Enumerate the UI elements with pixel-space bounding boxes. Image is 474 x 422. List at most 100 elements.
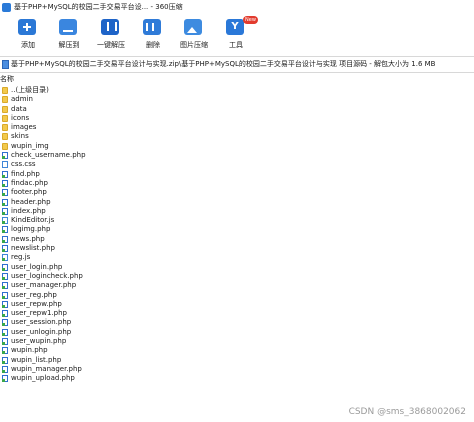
file-name: ..(上级目录) (11, 86, 49, 94)
file-row[interactable]: user_login.php (0, 263, 474, 272)
file-list: ..(上级目录) admin data icons images skins wupin_i… (0, 86, 474, 384)
file-row[interactable]: user_repw1.php (0, 309, 474, 318)
file-name: find.php (11, 169, 40, 178)
file-row[interactable]: icons (0, 114, 474, 123)
php-file-icon (2, 179, 8, 187)
php-file-icon (2, 282, 8, 290)
file-row[interactable]: user_session.php (0, 318, 474, 327)
file-name: index.php (11, 206, 46, 215)
file-row[interactable]: user_unlogin.php (0, 328, 474, 337)
file-name: user_wupin.php (11, 337, 67, 346)
archive-path: 基于PHP+MySQL的校园二手交易平台设计与实现.zip\基于PHP+MySQ… (11, 60, 436, 68)
file-row[interactable]: wupin_list.php (0, 356, 474, 365)
tools-button[interactable]: New 工具 (210, 15, 262, 52)
file-row[interactable]: find.php (0, 170, 474, 179)
folder-icon (2, 96, 8, 104)
php-file-icon (2, 263, 8, 271)
php-file-icon (2, 356, 8, 364)
file-name: user_unlogin.php (11, 327, 72, 336)
js-file-icon (2, 254, 8, 262)
file-name: skins (11, 132, 29, 141)
file-name: check_username.php (11, 151, 86, 160)
tools-button-label: 工具 (229, 41, 243, 49)
php-file-icon (2, 328, 8, 336)
file-row[interactable]: user_logincheck.php (0, 272, 474, 281)
file-row[interactable]: footer.php (0, 188, 474, 197)
php-file-icon (2, 170, 8, 178)
php-file-icon (2, 347, 8, 355)
file-row[interactable]: wupin_manager.php (0, 365, 474, 374)
file-row[interactable]: logimg.php (0, 225, 474, 234)
file-name: user_reg.php (11, 290, 57, 299)
file-name: user_manager.php (11, 281, 77, 290)
php-file-icon (2, 272, 8, 280)
file-name: admin (11, 95, 33, 104)
file-name: reg.js (11, 253, 31, 262)
parent-folder-icon (2, 87, 8, 94)
file-row[interactable]: user_reg.php (0, 291, 474, 300)
tools-icon (226, 19, 244, 35)
file-name: data (11, 104, 27, 113)
file-name: user_repw1.php (11, 309, 67, 318)
one-key-extract-icon (101, 19, 119, 35)
file-row[interactable]: index.php (0, 207, 474, 216)
file-name: css.css (11, 160, 36, 169)
file-row[interactable]: images (0, 123, 474, 132)
folder-icon (2, 124, 8, 132)
php-file-icon (2, 310, 8, 318)
file-name: user_login.php (11, 262, 63, 271)
php-file-icon (2, 207, 8, 215)
php-file-icon (2, 152, 8, 160)
file-row[interactable]: header.php (0, 198, 474, 207)
php-file-icon (2, 300, 8, 308)
file-row[interactable]: wupin_img (0, 142, 474, 151)
file-row[interactable]: user_manager.php (0, 281, 474, 290)
php-file-icon (2, 198, 8, 206)
file-row[interactable]: user_repw.php (0, 300, 474, 309)
php-file-icon (2, 365, 8, 373)
file-row[interactable]: admin (0, 95, 474, 104)
php-file-icon (2, 291, 8, 299)
file-name: KindEditor.js (11, 216, 55, 225)
file-row[interactable]: KindEditor.js (0, 216, 474, 225)
file-name: header.php (11, 197, 51, 206)
file-name: findac.php (11, 178, 48, 187)
zip-archive-icon (2, 60, 9, 69)
new-badge: New (243, 16, 258, 24)
file-name: wupin_img (11, 141, 49, 150)
file-row[interactable]: check_username.php (0, 151, 474, 160)
php-file-icon (2, 226, 8, 234)
file-row[interactable]: data (0, 105, 474, 114)
file-row[interactable]: reg.js (0, 253, 474, 262)
folder-icon (2, 133, 8, 141)
file-row[interactable]: wupin_upload.php (0, 374, 474, 383)
folder-icon (2, 142, 8, 150)
file-name: news.php (11, 234, 45, 243)
column-header-name[interactable]: 名称 (0, 74, 474, 84)
add-icon (18, 19, 36, 35)
file-row[interactable]: newslist.php (0, 244, 474, 253)
title-bar: 基于PHP+MySQL的校园二手交易平台设... - 360压缩 (0, 0, 474, 15)
php-file-icon (2, 245, 8, 253)
php-file-icon (2, 189, 8, 197)
file-row[interactable]: wupin.php (0, 346, 474, 355)
file-name: wupin_manager.php (11, 364, 82, 373)
parent-directory-row[interactable]: ..(上级目录) (0, 86, 474, 95)
file-name: images (11, 123, 37, 132)
file-row[interactable]: css.css (0, 160, 474, 169)
toolbar: 添加 解压到 一键解压 删除 图片压缩 New 工具 (0, 15, 474, 52)
address-bar[interactable]: 基于PHP+MySQL的校园二手交易平台设计与实现.zip\基于PHP+MySQ… (0, 56, 474, 73)
css-file-icon (2, 161, 8, 169)
file-name: icons (11, 113, 30, 122)
file-row[interactable]: skins (0, 132, 474, 141)
file-row[interactable]: findac.php (0, 179, 474, 188)
window-title: 基于PHP+MySQL的校园二手交易平台设... - 360压缩 (14, 3, 183, 11)
file-name: logimg.php (11, 225, 51, 234)
app-logo-icon (2, 3, 11, 12)
js-file-icon (2, 217, 8, 225)
file-row[interactable]: user_wupin.php (0, 337, 474, 346)
watermark: CSDN @sms_3868002062 (348, 407, 466, 417)
php-file-icon (2, 235, 8, 243)
php-file-icon (2, 338, 8, 346)
file-row[interactable]: news.php (0, 235, 474, 244)
